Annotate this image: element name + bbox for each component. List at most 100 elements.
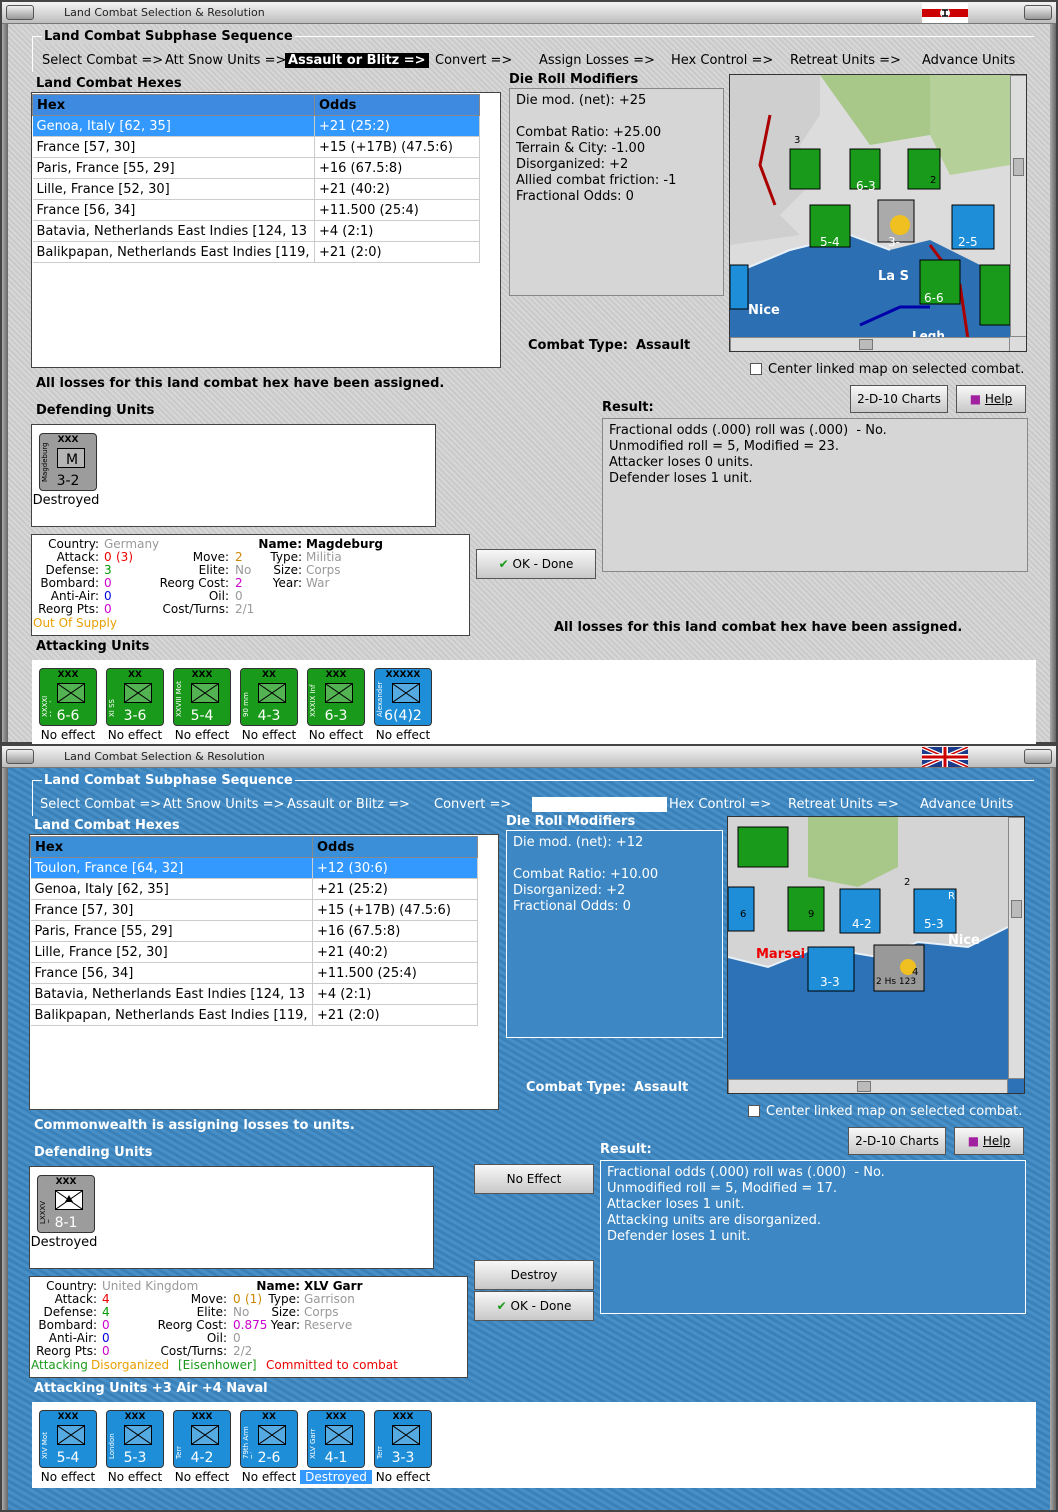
defending-unit-result: Destroyed	[32, 493, 100, 508]
attacking-unit-counter[interactable]: XXX XLV Garr 4-1	[305, 1408, 367, 1470]
attacking-unit-counter[interactable]: XXX Terr 4-2	[173, 1410, 231, 1468]
attacking-unit-result: No effect	[40, 728, 96, 742]
attacking-unit-counter[interactable]: XXX Terr 3-3	[374, 1410, 432, 1468]
unit-type-icon	[57, 1425, 85, 1445]
system-menu-button[interactable]	[6, 5, 34, 20]
hex-cell: Lille, France [52, 30]	[30, 941, 313, 963]
attacking-unit-result: No effect	[107, 728, 163, 742]
map-unit-2-5[interactable]: 2-5	[958, 235, 978, 249]
center-map-checkbox[interactable]: Center linked map on selected combat.	[748, 1104, 1022, 1119]
map-unit-5-4[interactable]: 5-4	[820, 235, 840, 249]
map-reserve-r: R	[948, 891, 955, 902]
attacking-unit-counter[interactable]: XX XI SS 3-6	[106, 668, 164, 726]
attacking-unit-counter[interactable]: XXX XXVIII Mot 5-4	[173, 668, 231, 726]
defending-unit-counter[interactable]: XXX Magdeburg M 3-2	[39, 433, 97, 491]
attacking-unit-counter[interactable]: XXXXX Alexander 6(4)2	[374, 668, 432, 726]
attacking-unit-counter[interactable]: XXX London 5-3	[106, 1410, 164, 1468]
map-hscroll[interactable]	[728, 1079, 1008, 1093]
map-unit-6-3[interactable]: 6-3	[856, 179, 876, 193]
hex-row[interactable]: Paris, France [55, 29] +16 (67.5:8)	[30, 920, 479, 942]
hex-row[interactable]: France [57, 30] +15 (+17B) (47.5:6)	[30, 899, 479, 921]
status-committed: Committed to combat	[266, 1358, 398, 1372]
hex-row[interactable]: Lille, France [52, 30] +21 (40:2)	[32, 178, 481, 200]
close-button[interactable]	[1024, 5, 1052, 20]
frame-right	[1050, 768, 1056, 1510]
map-unit-def[interactable]: 3-	[888, 235, 900, 249]
map-vscroll[interactable]	[1010, 75, 1026, 337]
checkmark-icon: ✔	[496, 1299, 507, 1313]
hex-row[interactable]: France [56, 34] +11.500 (25:4)	[30, 962, 479, 984]
status-text: All losses for this land combat hex have…	[36, 376, 445, 391]
help-button[interactable]: ■ Help	[956, 385, 1026, 413]
col-odds[interactable]: Odds	[311, 836, 479, 858]
ok-done-button[interactable]: ✔ OK - Done	[476, 549, 596, 579]
charts-button[interactable]: 2-D-10 Charts	[850, 385, 948, 413]
ok-done-label: OK - Done	[512, 557, 574, 571]
country-value: United Kingdom	[102, 1279, 199, 1293]
no-effect-button[interactable]: No Effect	[474, 1164, 594, 1194]
die-roll-modifiers-label: Die Roll Modifiers	[509, 72, 639, 87]
attacking-unit-counter[interactable]: XXX XIV Mot 5-4	[39, 1410, 97, 1468]
map-stack-6: 6	[740, 909, 747, 920]
hex-row[interactable]: Batavia, Netherlands East Indies [124, 1…	[30, 983, 479, 1005]
defending-units-label: Defending Units	[34, 1145, 153, 1160]
hex-row[interactable]: France [56, 34] +11.500 (25:4)	[32, 199, 481, 221]
map-unit-5-3[interactable]: 5-3	[924, 917, 944, 931]
odds-cell: +15 (+17B) (47.5:6)	[314, 136, 481, 158]
col-hex[interactable]: Hex	[30, 836, 313, 858]
hex-row[interactable]: Balikpapan, Netherlands East Indies [119…	[30, 1004, 479, 1026]
die-roll-modifiers-box: Die mod. (net): +12 Combat Ratio: +10.00…	[506, 830, 723, 1038]
hex-row[interactable]: Balikpapan, Netherlands East Indies [119…	[32, 241, 481, 263]
unit-type-icon	[325, 1425, 353, 1445]
subphase-title: Land Combat Subphase Sequence	[42, 773, 295, 788]
unit-type-icon	[258, 1425, 286, 1445]
attacking-unit-result: No effect	[107, 1470, 163, 1484]
attacking-unit-counter[interactable]: XX 90 mm 4-3	[240, 668, 298, 726]
hex-table: Hex Odds Genoa, Italy [62, 35] +21 (25:2) F…	[32, 94, 481, 263]
hex-row[interactable]: Genoa, Italy [62, 35] +21 (25:2)	[32, 115, 481, 137]
map-unit-hs123[interactable]: 2 Hs 123	[876, 977, 916, 987]
center-map-label: Center linked map on selected combat.	[768, 362, 1025, 377]
linked-map[interactable]: La S Nice Legh 3- 2-5 5-4 6-6 6-3 2 3	[729, 74, 1027, 352]
col-odds[interactable]: Odds	[313, 94, 481, 116]
attacking-unit-counter[interactable]: XXX XXXXI Mech 6-6	[39, 668, 97, 726]
hex-cell: Lille, France [52, 30]	[32, 178, 315, 200]
map-unit-4-2[interactable]: 4-2	[852, 917, 872, 931]
system-menu-button[interactable]	[6, 749, 34, 764]
destroy-button[interactable]: Destroy	[474, 1260, 594, 1290]
charts-button[interactable]: 2-D-10 Charts	[848, 1127, 946, 1155]
garrison-icon	[55, 1190, 83, 1210]
attacking-unit-counter[interactable]: XXX XXXIX Inf 6-3	[307, 668, 365, 726]
center-map-checkbox[interactable]: Center linked map on selected combat.	[750, 362, 1024, 377]
attacking-unit-counter[interactable]: XX 79th Arm Div 2-6	[240, 1410, 298, 1468]
map-vscroll[interactable]	[1008, 817, 1024, 1079]
hex-row[interactable]: France [57, 30] +15 (+17B) (47.5:6)	[32, 136, 481, 158]
unit-stats: 5-4	[56, 1450, 80, 1466]
result-box: Fractional odds (.000) roll was (.000) -…	[602, 418, 1028, 572]
ok-done-button[interactable]: ✔ OK - Done	[474, 1291, 594, 1321]
hex-row[interactable]: Toulon, France [64, 32] +12 (30:6)	[30, 857, 479, 879]
seq-select-combat: Select Combat =>	[42, 53, 164, 68]
hex-table: Hex Odds Toulon, France [64, 32] +12 (30:6…	[30, 836, 479, 1026]
help-button[interactable]: ■ Help	[954, 1127, 1024, 1155]
map-hscroll[interactable]	[730, 337, 1010, 351]
help-label: Help	[984, 392, 1013, 406]
hex-row[interactable]: Genoa, Italy [62, 35] +21 (25:2)	[30, 878, 479, 900]
hex-row[interactable]: Paris, France [55, 29] +16 (67.5:8)	[32, 157, 481, 179]
hex-row[interactable]: Lille, France [52, 30] +21 (40:2)	[30, 941, 479, 963]
linked-map[interactable]: Marsei Nice 4-2 5-3 3-3 2 Hs 123 6 9 2 4…	[727, 816, 1025, 1094]
hex-cell: France [57, 30]	[30, 899, 313, 921]
attacking-unit-result: No effect	[174, 1470, 230, 1484]
seq-hex-control: Hex Control =>	[671, 53, 774, 68]
col-hex[interactable]: Hex	[32, 94, 315, 116]
hex-cell: Toulon, France [64, 32]	[30, 857, 313, 879]
land-combat-hexes-label: Land Combat Hexes	[34, 818, 180, 833]
map-stack-9: 9	[808, 909, 815, 920]
map-unit-3-3[interactable]: 3-3	[820, 975, 840, 989]
map-unit-6-6[interactable]: 6-6	[924, 291, 944, 305]
hex-cell: Balikpapan, Netherlands East Indies [119…	[30, 1004, 313, 1026]
unit-type-icon	[325, 683, 353, 703]
defending-unit-counter[interactable]: XXX LXXXV Corp 8-1	[37, 1175, 95, 1233]
close-button[interactable]	[1024, 749, 1052, 764]
hex-row[interactable]: Batavia, Netherlands East Indies [124, 1…	[32, 220, 481, 242]
